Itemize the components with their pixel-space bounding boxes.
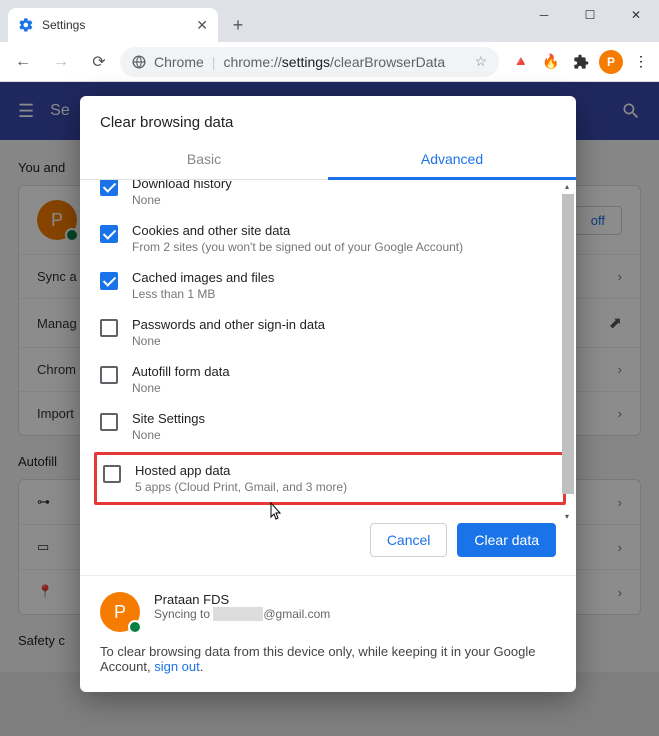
clear-data-button[interactable]: Clear data (457, 523, 556, 557)
tab-advanced[interactable]: Advanced (328, 141, 576, 179)
option-subtitle: 5 apps (Cloud Print, Gmail, and 3 more) (135, 480, 557, 494)
extensions-puzzle-icon[interactable] (569, 50, 593, 74)
profile-avatar[interactable]: P (599, 50, 623, 74)
option-subtitle: From 2 sites (you won't be signed out of… (132, 240, 560, 254)
option-title: Download history (132, 180, 560, 191)
option-title: Site Settings (132, 411, 560, 426)
menu-dots-icon[interactable]: ⋮ (629, 50, 653, 74)
checkbox[interactable] (100, 319, 118, 337)
scrollbar[interactable]: ▴ ▾ (562, 182, 574, 521)
option-row[interactable]: Hosted app data 5 apps (Cloud Print, Gma… (94, 452, 566, 505)
bookmark-star-icon[interactable]: ☆ (474, 53, 487, 70)
account-name: Prataan FDS (154, 592, 330, 607)
forward-button[interactable]: → (44, 47, 78, 77)
option-subtitle: None (132, 334, 560, 348)
tab-title: Settings (42, 18, 188, 32)
minimize-button[interactable]: ─ (521, 0, 567, 30)
option-subtitle: None (132, 381, 560, 395)
extension-icon-1[interactable]: 🔺 (509, 50, 533, 74)
reload-button[interactable]: ⟳ (82, 47, 116, 77)
option-row[interactable]: Passwords and other sign-in data None (94, 309, 566, 356)
gear-icon (18, 17, 34, 33)
option-title: Autofill form data (132, 364, 560, 379)
option-row[interactable]: Download history None (94, 180, 566, 215)
option-subtitle: None (132, 428, 560, 442)
sign-out-link[interactable]: sign out (154, 659, 200, 674)
account-email: Syncing to xxxxxxx@gmail.com (154, 607, 330, 621)
checkbox[interactable] (100, 413, 118, 431)
close-tab-icon[interactable]: ✕ (196, 17, 208, 34)
option-title: Cached images and files (132, 270, 560, 285)
option-row[interactable]: Cached images and files Less than 1 MB (94, 262, 566, 309)
option-row[interactable]: Cookies and other site data From 2 sites… (94, 215, 566, 262)
cancel-button[interactable]: Cancel (370, 523, 448, 557)
tab-basic[interactable]: Basic (80, 141, 328, 179)
maximize-button[interactable]: ☐ (567, 0, 613, 30)
close-window-button[interactable]: ✕ (613, 0, 659, 30)
account-avatar: P (100, 592, 140, 632)
browser-tab[interactable]: Settings ✕ (8, 8, 218, 42)
browser-toolbar: ← → ⟳ Chrome | chrome://settings/clearBr… (0, 42, 659, 82)
dialog-title: Clear browsing data (80, 96, 576, 141)
site-info-icon (132, 55, 146, 69)
option-title: Passwords and other sign-in data (132, 317, 560, 332)
account-info: P Prataan FDS Syncing to xxxxxxx@gmail.c… (80, 575, 576, 640)
url-label: Chrome (154, 54, 204, 70)
new-tab-button[interactable]: + (224, 11, 252, 39)
option-subtitle: Less than 1 MB (132, 287, 560, 301)
option-title: Hosted app data (135, 463, 557, 478)
back-button[interactable]: ← (6, 47, 40, 77)
option-row[interactable]: Site Settings None (94, 403, 566, 450)
dialog-footer: To clear browsing data from this device … (80, 640, 576, 692)
checkbox[interactable] (100, 225, 118, 243)
checkbox[interactable] (100, 366, 118, 384)
sync-badge-icon (128, 620, 142, 634)
checkbox[interactable] (100, 180, 118, 196)
clear-browsing-dialog: Clear browsing data Basic Advanced ▴ ▾ D… (80, 96, 576, 692)
window-titlebar: Settings ✕ + ─ ☐ ✕ (0, 0, 659, 42)
extension-icon-2[interactable]: 🔥 (539, 50, 563, 74)
option-row[interactable]: Autofill form data None (94, 356, 566, 403)
option-subtitle: None (132, 193, 560, 207)
checkbox[interactable] (103, 465, 121, 483)
checkbox[interactable] (100, 272, 118, 290)
address-bar[interactable]: Chrome | chrome://settings/clearBrowserD… (120, 47, 499, 77)
option-title: Cookies and other site data (132, 223, 560, 238)
